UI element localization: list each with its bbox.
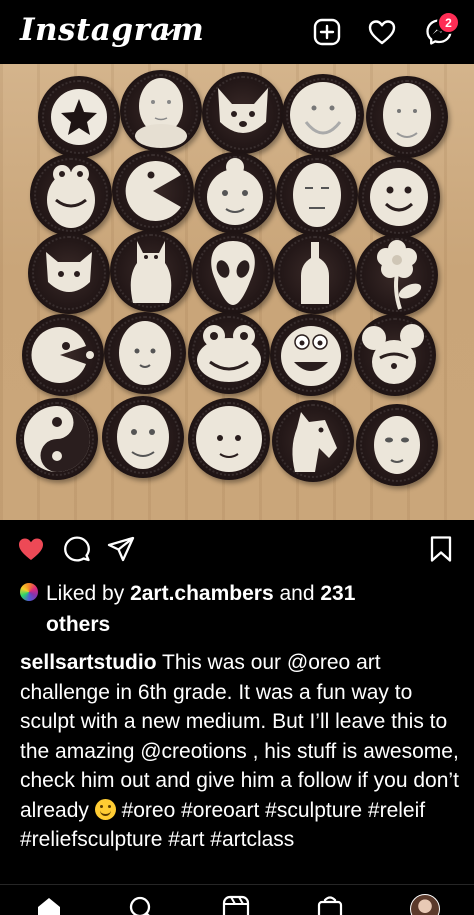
cookie-cookie-monster [30,154,112,236]
cookie-old-man [102,396,184,478]
cookie-alien [192,232,274,314]
bookmark-icon[interactable] [426,534,456,564]
cookie-pacman-two [22,314,104,396]
cookie-girl-face [194,152,276,234]
liker-avatar [20,583,38,601]
cookie-bottle [274,232,356,314]
cookie-cat-face [28,232,110,314]
post-image[interactable] [0,64,474,520]
cookie-curly-hair-face [188,398,270,480]
post-actions [0,520,474,576]
messages-badge: 2 [437,11,460,34]
new-post-icon[interactable] [312,17,342,47]
profile-avatar[interactable] [410,894,440,915]
cookie-flower [356,234,438,316]
app-logo[interactable]: Instagram [20,12,204,48]
like-heart-filled-icon[interactable] [16,534,46,564]
likes-count[interactable]: 231 [320,582,355,605]
reels-icon[interactable] [222,895,250,915]
cookie-pacman [112,150,194,232]
cookie-yin-yang [16,398,98,480]
heart-icon[interactable] [367,17,397,47]
home-icon[interactable] [35,895,63,915]
likes-connector: and [279,582,315,605]
cookie-lion [104,312,186,394]
cookie-bearded-face [282,74,364,156]
cookie-frog [188,312,270,394]
cookie-mask-face [356,404,438,486]
top-bar: Instagram 2 [0,0,474,64]
likes-summary[interactable]: Liked by 2art.chambers and 231 others [20,578,460,640]
cookie-sitting-cat [110,230,192,312]
caption-text: This was our @oreo art challenge in 6th … [20,651,459,822]
liker-username[interactable]: 2art.chambers [130,582,274,605]
cookie-star [38,76,120,158]
cookie-horse [272,400,354,482]
shop-icon[interactable] [316,895,344,915]
comment-icon[interactable] [62,534,92,564]
likes-suffix[interactable]: others [46,613,110,636]
cookie-smiley [358,156,440,238]
cookie-dog [202,72,284,154]
chevron-down-icon[interactable] [160,24,176,40]
cookie-mickey [354,314,436,396]
caption-username[interactable]: sellsartstudio [20,651,157,674]
search-icon[interactable] [128,895,156,915]
likes-prefix: Liked by [46,582,125,605]
cookie-elmo [270,314,352,396]
cookie-portrait [366,76,448,158]
cookie-bust [120,70,202,152]
share-icon[interactable] [106,534,136,564]
bottom-nav [0,884,474,915]
smiling-emoji-icon [94,798,116,820]
post-caption: sellsartstudio This was our @oreo art ch… [20,648,466,855]
cookie-sketch-face [276,154,358,236]
